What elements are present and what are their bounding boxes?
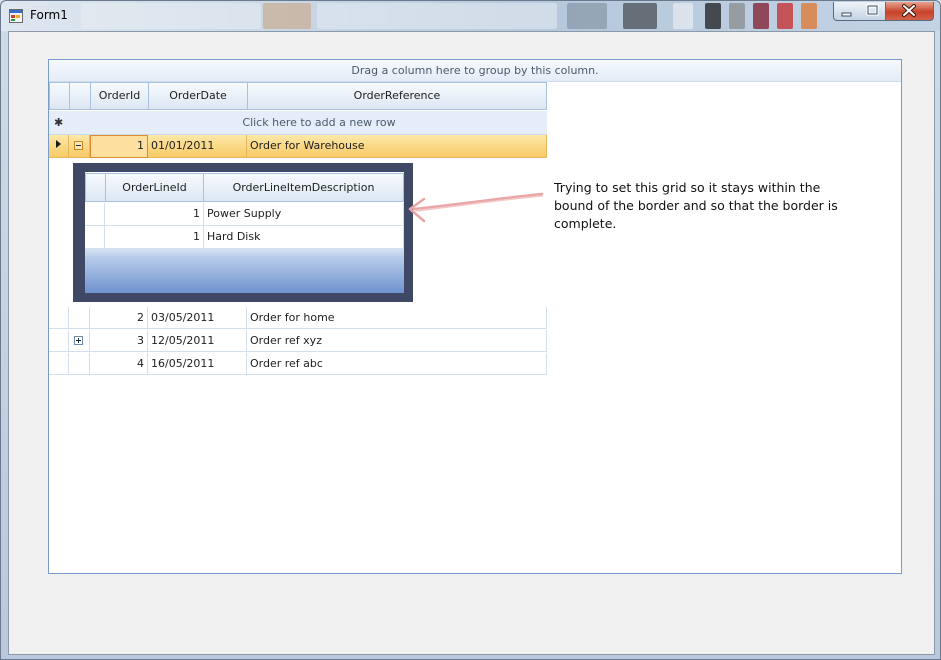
background-decoration	[753, 3, 769, 29]
cell-orderid[interactable]: 2	[90, 307, 148, 329]
cell-orderid[interactable]: 4	[90, 353, 148, 375]
annotation-note: Trying to set this grid so it stays with…	[554, 180, 838, 231]
table-row[interactable]: 1 01/01/2011 Order for Warehouse	[49, 135, 547, 158]
column-header-orderlineitemdescription[interactable]: OrderLineItemDescription	[203, 173, 404, 202]
minimize-button[interactable]	[833, 2, 861, 21]
row-indicator	[85, 226, 105, 249]
current-row-arrow-icon	[56, 140, 61, 148]
maximize-button[interactable]	[860, 2, 886, 21]
row-expander-cell	[69, 353, 90, 375]
cell-orderlineitemdescription[interactable]: Power Supply	[204, 203, 404, 226]
order-lines-grid[interactable]: OrderLineId OrderLineItemDescription 1 P…	[85, 172, 404, 293]
row-indicator	[49, 135, 69, 158]
row-expander-cell[interactable]	[69, 330, 90, 352]
header-indicator-cell	[49, 82, 70, 110]
background-decoration	[567, 3, 607, 29]
cell-orderlineid[interactable]: 1	[105, 203, 204, 226]
cell-orderdate[interactable]: 01/01/2011	[148, 135, 247, 158]
cell-orderreference[interactable]: Order ref abc	[247, 353, 547, 375]
orders-grid[interactable]: Drag a column here to group by this colu…	[48, 59, 902, 574]
form-window: Form1 Drag a column here to group by thi…	[0, 0, 941, 660]
table-row[interactable]: 2 03/05/2011 Order for home	[49, 307, 547, 329]
new-row-prompt: Click here to add a new row	[242, 116, 396, 129]
background-decoration	[317, 3, 557, 29]
new-row[interactable]: ✱ Click here to add a new row	[49, 111, 547, 135]
background-decoration	[263, 3, 311, 29]
title-bar[interactable]: Form1	[1, 1, 940, 31]
window-title: Form1	[30, 8, 68, 22]
minimize-icon	[841, 12, 852, 17]
column-header-orderlineid[interactable]: OrderLineId	[105, 173, 204, 202]
background-decoration	[729, 3, 745, 29]
collapse-icon[interactable]	[74, 141, 83, 150]
row-indicator	[49, 353, 69, 375]
maximize-icon	[866, 4, 879, 16]
column-header-orderid[interactable]: OrderId	[90, 82, 149, 110]
cell-orderdate[interactable]: 12/05/2011	[148, 330, 247, 352]
detail-area: OrderLineId OrderLineItemDescription 1 P…	[49, 159, 547, 306]
background-decoration	[705, 3, 721, 29]
close-button[interactable]	[886, 2, 934, 21]
cell-orderlineitemdescription[interactable]: Hard Disk	[204, 226, 404, 249]
row-expander-cell	[69, 307, 90, 329]
background-decoration	[801, 3, 817, 29]
annotation-arrow-icon	[408, 192, 544, 223]
app-icon[interactable]	[9, 9, 23, 23]
background-decoration	[777, 3, 793, 29]
detail-header-indicator-cell	[85, 173, 106, 202]
row-indicator	[85, 203, 105, 226]
column-header-orderreference[interactable]: OrderReference	[247, 82, 547, 110]
form-client-area: Drag a column here to group by this colu…	[8, 31, 935, 655]
background-decoration	[81, 3, 261, 29]
table-row[interactable]: 1 Power Supply	[85, 203, 404, 226]
close-icon	[902, 4, 916, 17]
column-header-orderdate[interactable]: OrderDate	[148, 82, 248, 110]
cell-orderid[interactable]: 3	[90, 330, 148, 352]
table-row[interactable]: 1 Hard Disk	[85, 226, 404, 249]
group-by-panel[interactable]: Drag a column here to group by this colu…	[49, 60, 901, 82]
expand-icon[interactable]	[74, 336, 83, 345]
cell-orderreference[interactable]: Order ref xyz	[247, 330, 547, 352]
cell-orderid[interactable]: 1	[90, 135, 148, 158]
background-decoration	[623, 3, 657, 29]
cell-orderdate[interactable]: 16/05/2011	[148, 353, 247, 375]
row-indicator	[49, 330, 69, 352]
cell-orderreference[interactable]: Order for Warehouse	[247, 135, 547, 158]
table-row[interactable]: 4 16/05/2011 Order ref abc	[49, 353, 547, 375]
cell-orderdate[interactable]: 03/05/2011	[148, 307, 247, 329]
new-row-star-icon: ✱	[54, 116, 64, 129]
background-decoration	[673, 3, 693, 29]
cell-orderreference[interactable]: Order for home	[247, 307, 547, 329]
table-row[interactable]: 3 12/05/2011 Order ref xyz	[49, 330, 547, 352]
row-expander-cell[interactable]	[69, 135, 90, 158]
row-indicator	[49, 307, 69, 329]
header-expander-cell	[69, 82, 91, 110]
cell-orderlineid[interactable]: 1	[105, 226, 204, 249]
